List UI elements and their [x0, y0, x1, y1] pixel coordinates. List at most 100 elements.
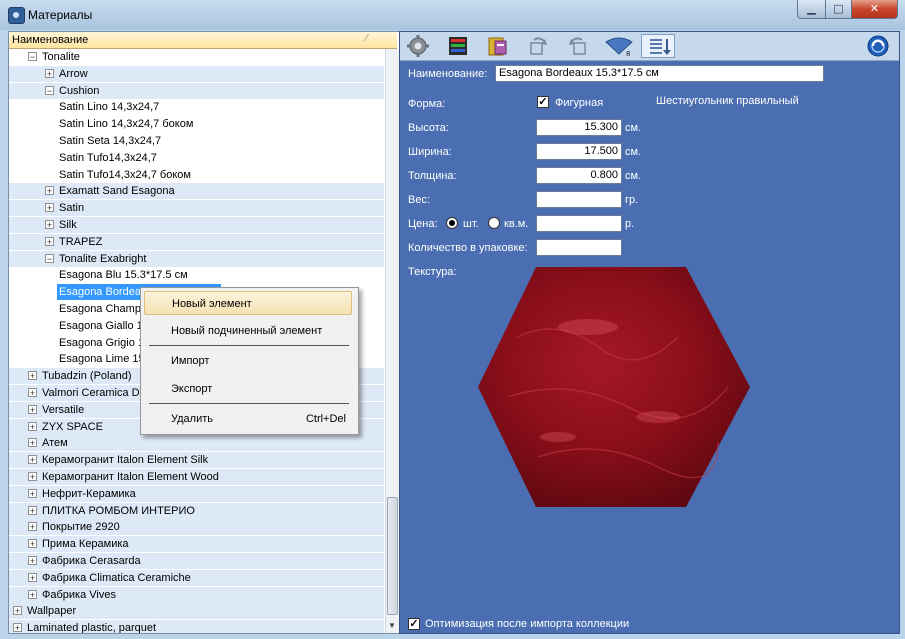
tree-row[interactable]: + Examatt Sand Esagona: [9, 183, 384, 199]
expand-icon[interactable]: +: [28, 371, 37, 381]
expand-icon[interactable]: +: [45, 203, 54, 213]
tree-row[interactable]: + ПЛИТКА РОМБОМ ИНТЕРИО: [9, 503, 384, 519]
expand-icon[interactable]: +: [28, 405, 37, 415]
tree-row[interactable]: + Arrow: [9, 66, 384, 82]
height-field[interactable]: 15.300: [536, 119, 622, 136]
tree-row[interactable]: Satin Lino 14,3x24,7: [9, 99, 384, 115]
tree-row[interactable]: + Wallpaper: [9, 603, 384, 619]
name-field[interactable]: Esagona Bordeaux 15.3*17.5 см: [495, 65, 824, 82]
expand-icon[interactable]: +: [13, 623, 22, 633]
height-unit: см.: [625, 122, 642, 134]
menu-item-label: Экспорт: [171, 383, 213, 395]
pack-qty-field[interactable]: [536, 239, 622, 256]
menu-item-import[interactable]: Импорт: [144, 349, 352, 373]
folder-books-icon[interactable]: [486, 34, 512, 58]
menu-item-new-element[interactable]: Новый элемент: [144, 291, 352, 315]
tree-row[interactable]: Satin Tufo14,3x24,7 боком: [9, 167, 384, 183]
minimize-button[interactable]: ▁: [797, 0, 826, 19]
tree-row[interactable]: + Керамогранит Italon Element Silk: [9, 452, 384, 468]
title-bar[interactable]: Материалы ▁ □ ✕: [0, 0, 905, 30]
expand-icon[interactable]: +: [45, 69, 54, 79]
column-header-name[interactable]: Наименование ⁄: [9, 32, 397, 49]
tree-row-label: Satin Tufo14,3x24,7: [59, 152, 157, 164]
tree-row[interactable]: + TRAPEZ: [9, 234, 384, 250]
tree-row[interactable]: − Cushion: [9, 83, 384, 99]
tree-row[interactable]: Satin Seta 14,3x24,7: [9, 133, 384, 149]
tree-row[interactable]: + Silk: [9, 217, 384, 233]
tree-row[interactable]: Esagona Blu 15.3*17.5 см: [9, 267, 384, 283]
expand-icon[interactable]: +: [28, 422, 37, 432]
price-per-sqm-radio[interactable]: [488, 217, 500, 229]
menu-item-label: Новый подчиненный элемент: [171, 325, 323, 337]
tree-row[interactable]: + Нефрит-Керамика: [9, 486, 384, 502]
price-per-piece-radio[interactable]: [446, 217, 458, 229]
scroll-down-icon[interactable]: ▼: [388, 621, 396, 630]
tree-row[interactable]: + Покрытие 2920: [9, 519, 384, 535]
rotate-left-icon[interactable]: [566, 34, 592, 58]
expand-icon[interactable]: +: [28, 556, 37, 566]
tree-row[interactable]: − Tonalite Exabright: [9, 251, 384, 267]
collapse-icon[interactable]: −: [45, 254, 54, 264]
expand-icon[interactable]: +: [28, 590, 37, 600]
tree-row-label: TRAPEZ: [59, 236, 103, 248]
texture-label: Текстура:: [408, 266, 457, 278]
expand-icon[interactable]: +: [28, 506, 37, 516]
tree-scrollbar[interactable]: ▼: [385, 49, 399, 633]
sort-down-icon[interactable]: [641, 34, 675, 58]
tree-row-label: Фабрика Climatica Ceramiche: [42, 572, 191, 584]
tree-row[interactable]: + Фабрика Vives: [9, 587, 384, 603]
tree-row[interactable]: Satin Tufo14,3x24,7: [9, 150, 384, 166]
tree-row[interactable]: + Фабрика Cerasarda: [9, 553, 384, 569]
optimize-checkbox[interactable]: ✓: [408, 618, 420, 630]
expand-icon[interactable]: +: [45, 220, 54, 230]
expand-icon[interactable]: +: [28, 489, 37, 499]
tree-row[interactable]: + Laminated plastic, parquet: [9, 620, 384, 633]
shaped-checkbox[interactable]: ✓: [537, 96, 549, 108]
thickness-field[interactable]: 0.800: [536, 167, 622, 184]
rotate-right-icon[interactable]: [526, 34, 552, 58]
weight-field[interactable]: [536, 191, 622, 208]
gear-icon[interactable]: [406, 34, 432, 58]
tree-row-label: ПЛИТКА РОМБОМ ИНТЕРИО: [42, 505, 195, 517]
texture-preview[interactable]: [478, 267, 750, 507]
expand-icon[interactable]: +: [13, 606, 22, 616]
material-stack-icon[interactable]: [446, 34, 472, 58]
menu-item-delete[interactable]: Удалить Ctrl+Del: [144, 407, 352, 431]
expand-icon[interactable]: +: [28, 388, 37, 398]
expand-icon[interactable]: +: [28, 472, 37, 482]
price-field[interactable]: [536, 215, 622, 232]
column-header-label: Наименование: [12, 34, 89, 46]
menu-item-export[interactable]: Экспорт: [144, 377, 352, 401]
tree-row[interactable]: + Satin: [9, 200, 384, 216]
expand-icon[interactable]: +: [45, 186, 54, 196]
tree-row[interactable]: − Tonalite: [9, 49, 384, 65]
width-field[interactable]: 17.500: [536, 143, 622, 160]
tree-row[interactable]: + Керамогранит Italon Element Wood: [9, 469, 384, 485]
globe-icon[interactable]: [866, 34, 892, 58]
thickness-unit: см.: [625, 170, 642, 182]
optimize-label: Оптимизация после импорта коллекции: [425, 618, 630, 630]
scrollbar-thumb[interactable]: [387, 497, 398, 615]
expand-icon[interactable]: +: [28, 539, 37, 549]
expand-icon[interactable]: +: [28, 522, 37, 532]
tree-row[interactable]: Satin Lino 14,3x24,7 боком: [9, 116, 384, 132]
tree-row[interactable]: + Фабрика Climatica Ceramiche: [9, 570, 384, 586]
tree-row[interactable]: + Прима Керамика: [9, 536, 384, 552]
expand-icon[interactable]: +: [28, 573, 37, 583]
menu-item-label: Импорт: [171, 355, 210, 367]
tree-row-label: Arrow: [59, 68, 88, 80]
tree-row[interactable]: + Атем: [9, 435, 384, 451]
maximize-button[interactable]: □: [825, 0, 852, 19]
properties-panel: 8 Наименование: Esagona Bordeaux 15.3*17…: [399, 31, 900, 634]
collapse-icon[interactable]: −: [28, 52, 37, 62]
close-button[interactable]: ✕: [851, 0, 898, 19]
menu-item-new-child-element[interactable]: Новый подчиненный элемент: [144, 319, 352, 343]
fan-pattern-icon[interactable]: 8: [604, 34, 634, 58]
tree-row-label: Tonalite Exabright: [59, 253, 147, 265]
collapse-icon[interactable]: −: [45, 86, 54, 96]
expand-icon[interactable]: +: [45, 237, 54, 247]
sort-indicator-icon: ⁄: [366, 33, 368, 44]
price-label: Цена:: [408, 218, 438, 230]
expand-icon[interactable]: +: [28, 455, 37, 465]
expand-icon[interactable]: +: [28, 438, 37, 448]
